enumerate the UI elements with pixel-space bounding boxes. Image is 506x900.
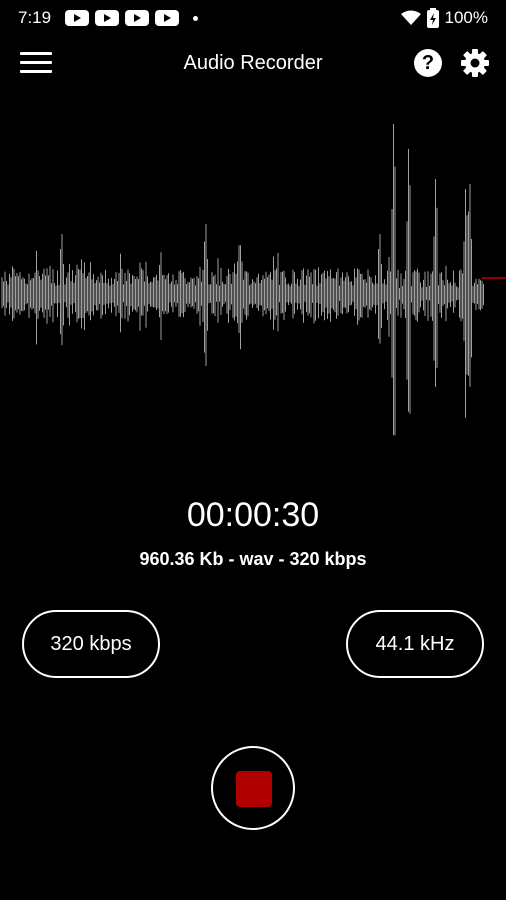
bitrate-button[interactable]: 320 kbps bbox=[22, 610, 160, 678]
youtube-icon bbox=[125, 10, 150, 26]
sample-rate-button[interactable]: 44.1 kHz bbox=[346, 610, 484, 678]
battery-percent: 100% bbox=[444, 8, 488, 27]
status-bar: 7:19 100% bbox=[0, 0, 506, 36]
file-info: 960.36 Kb - wav - 320 kbps bbox=[139, 549, 367, 569]
stop-record-button[interactable] bbox=[211, 746, 295, 830]
recording-timer: 00:00:30 bbox=[186, 496, 320, 534]
youtube-icon bbox=[65, 10, 90, 26]
youtube-icon bbox=[95, 10, 120, 26]
gear-icon[interactable] bbox=[460, 48, 490, 78]
screen: 7:19 100% Audio Recorder ? 00:00:30 960.… bbox=[0, 0, 506, 900]
notification-icons bbox=[65, 10, 199, 26]
wifi-icon bbox=[400, 10, 421, 25]
battery-icon bbox=[426, 8, 439, 28]
youtube-icon bbox=[155, 10, 180, 26]
help-icon[interactable]: ? bbox=[414, 49, 442, 77]
status-time: 7:19 bbox=[18, 8, 52, 27]
more-notifications-dot-icon bbox=[193, 15, 199, 21]
waveform-path bbox=[1, 124, 484, 436]
status-right: 100% bbox=[400, 8, 488, 28]
audio-waveform bbox=[1, 124, 506, 436]
app-bar: Audio Recorder ? bbox=[0, 36, 506, 92]
stop-icon bbox=[236, 771, 272, 807]
